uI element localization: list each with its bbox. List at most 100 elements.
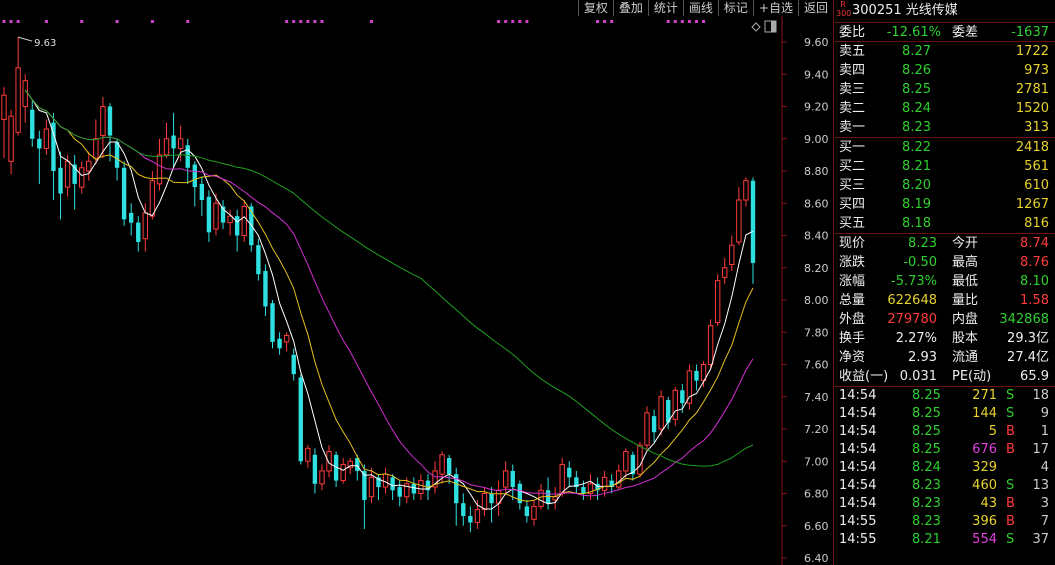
candle[interactable] bbox=[418, 474, 424, 500]
candle[interactable] bbox=[750, 177, 756, 284]
trade-row[interactable]: 14:55 8.21 554 S 37 bbox=[834, 531, 1055, 549]
tick-trades[interactable]: 14:54 8.25 271 S 18 14:54 8.25 144 S 9 14:54 8.25 5 B… bbox=[834, 386, 1055, 549]
candle[interactable] bbox=[574, 470, 579, 494]
mark-button[interactable]: 标记 bbox=[717, 0, 753, 16]
candle[interactable] bbox=[319, 464, 325, 491]
candle[interactable] bbox=[241, 200, 247, 242]
ask-row[interactable]: 卖一 8.23 313 bbox=[834, 118, 1055, 137]
ask-row[interactable]: 卖五 8.27 1722 bbox=[834, 42, 1055, 61]
trade-row[interactable]: 14:54 8.23 43 B 3 bbox=[834, 495, 1055, 513]
candle[interactable] bbox=[390, 474, 395, 500]
trade-row[interactable]: 14:54 8.23 460 S 13 bbox=[834, 477, 1055, 495]
candle[interactable] bbox=[185, 138, 190, 184]
candle[interactable] bbox=[454, 467, 459, 526]
candle[interactable] bbox=[722, 258, 728, 284]
candle[interactable] bbox=[743, 177, 749, 207]
candle[interactable] bbox=[298, 374, 303, 465]
candle[interactable] bbox=[270, 300, 275, 349]
chart-canvas[interactable]: 9.60 9.40 9.20 9.00 8.80 8.60 8.40 8.20 8.00 7.80… bbox=[0, 16, 832, 565]
candle[interactable] bbox=[468, 506, 473, 533]
trade-row[interactable]: 14:54 8.25 5 B 1 bbox=[834, 423, 1055, 441]
candle[interactable] bbox=[206, 190, 212, 242]
candle[interactable] bbox=[658, 390, 664, 436]
candle[interactable] bbox=[58, 151, 63, 220]
candle[interactable] bbox=[714, 274, 721, 326]
candle[interactable] bbox=[15, 37, 21, 136]
candle[interactable] bbox=[263, 264, 268, 317]
candle[interactable] bbox=[623, 448, 629, 478]
candle[interactable] bbox=[171, 112, 176, 168]
candle[interactable] bbox=[510, 464, 515, 500]
candle[interactable] bbox=[644, 406, 650, 452]
candle[interactable] bbox=[630, 451, 636, 481]
candle[interactable] bbox=[411, 477, 417, 500]
candle[interactable] bbox=[220, 200, 226, 230]
bid-row[interactable]: 买二 8.21 561 bbox=[834, 157, 1055, 176]
candle[interactable] bbox=[333, 451, 339, 488]
candle[interactable] bbox=[128, 203, 134, 236]
add-watchlist-button[interactable]: +自选 bbox=[752, 0, 798, 16]
candle[interactable] bbox=[362, 464, 367, 529]
stock-code-name[interactable]: 300251 光线传媒 bbox=[852, 1, 958, 21]
candle[interactable] bbox=[163, 122, 170, 159]
candle[interactable] bbox=[340, 458, 346, 484]
candle[interactable] bbox=[368, 467, 375, 504]
candle[interactable] bbox=[382, 467, 389, 494]
candle[interactable] bbox=[86, 151, 92, 181]
candle[interactable] bbox=[312, 448, 318, 494]
candle[interactable] bbox=[446, 454, 452, 484]
candle[interactable] bbox=[72, 154, 77, 210]
trade-row[interactable]: 14:54 8.25 144 S 9 bbox=[834, 405, 1055, 423]
candle[interactable] bbox=[694, 364, 699, 391]
candle[interactable] bbox=[531, 499, 537, 526]
candle[interactable] bbox=[609, 474, 614, 494]
candle[interactable] bbox=[616, 464, 622, 491]
candle[interactable] bbox=[256, 238, 261, 281]
bid-row[interactable]: 买四 8.19 1267 bbox=[834, 195, 1055, 214]
candle[interactable] bbox=[729, 235, 735, 271]
candle[interactable] bbox=[495, 480, 502, 517]
candle[interactable] bbox=[567, 461, 572, 488]
statistics-button[interactable]: 统计 bbox=[647, 0, 683, 16]
candle[interactable] bbox=[672, 387, 678, 426]
candle[interactable] bbox=[686, 364, 693, 410]
overlay-button[interactable]: 叠加 bbox=[612, 0, 648, 16]
bid-row[interactable]: 买五 8.18 816 bbox=[834, 214, 1055, 233]
candle[interactable] bbox=[277, 332, 282, 355]
candle[interactable] bbox=[461, 493, 466, 526]
candle[interactable] bbox=[107, 103, 113, 162]
candle[interactable] bbox=[700, 361, 707, 388]
trade-row[interactable]: 14:55 8.23 396 B 7 bbox=[834, 513, 1055, 531]
candle[interactable] bbox=[552, 487, 558, 510]
candle[interactable] bbox=[524, 499, 530, 523]
trade-row[interactable]: 14:54 8.25 676 B 17 bbox=[834, 441, 1055, 459]
candle[interactable] bbox=[1, 87, 7, 159]
candle[interactable] bbox=[736, 187, 742, 246]
candle[interactable] bbox=[8, 109, 14, 175]
reinstate-button[interactable]: 复权 bbox=[577, 0, 613, 16]
candle[interactable] bbox=[22, 74, 28, 123]
candle[interactable] bbox=[234, 209, 240, 252]
candle[interactable] bbox=[37, 130, 42, 184]
candle[interactable] bbox=[30, 100, 35, 147]
candle[interactable] bbox=[79, 161, 85, 194]
bid-row[interactable]: 买一 8.22 2418 bbox=[834, 138, 1055, 157]
candle[interactable] bbox=[305, 445, 311, 468]
draw-line-button[interactable]: 画线 bbox=[682, 0, 718, 16]
candle[interactable] bbox=[326, 445, 332, 478]
candle[interactable] bbox=[517, 480, 523, 510]
candle[interactable] bbox=[43, 119, 50, 155]
ask-row[interactable]: 卖三 8.25 2781 bbox=[834, 80, 1055, 99]
trade-row[interactable]: 14:54 8.25 271 S 18 bbox=[834, 387, 1055, 405]
bid-row[interactable]: 买三 8.20 610 bbox=[834, 176, 1055, 195]
diamond-icon[interactable] bbox=[751, 22, 761, 32]
back-button[interactable]: 返回 bbox=[797, 0, 833, 16]
candle[interactable] bbox=[283, 332, 290, 352]
candle[interactable] bbox=[291, 348, 296, 381]
ask-row[interactable]: 卖四 8.26 973 bbox=[834, 61, 1055, 80]
candle[interactable] bbox=[51, 112, 56, 201]
candle[interactable] bbox=[121, 161, 127, 226]
candle[interactable] bbox=[707, 319, 714, 368]
trade-row[interactable]: 14:54 8.24 329 4 bbox=[834, 459, 1055, 477]
candle[interactable] bbox=[136, 216, 141, 252]
